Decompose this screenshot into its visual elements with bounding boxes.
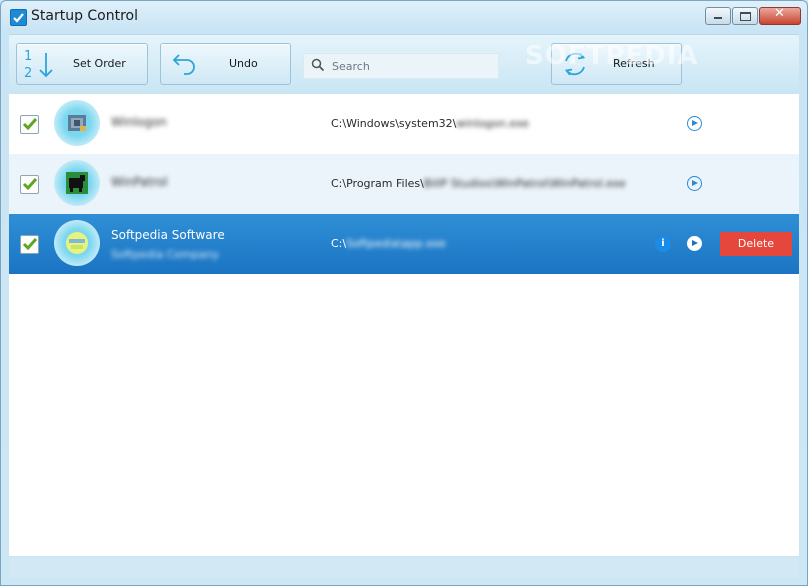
enable-checkbox[interactable] — [20, 235, 39, 254]
item-name: Softpedia Software — [111, 228, 225, 242]
title-bar[interactable]: Startup Control ✕ — [1, 1, 807, 33]
minimize-button[interactable] — [705, 7, 731, 25]
checkmark-icon — [22, 178, 38, 191]
svg-text:2: 2 — [24, 66, 32, 81]
toolbar: 1 2 Set Order Undo Refres — [9, 34, 799, 91]
gear-app-icon — [68, 115, 86, 131]
minimize-icon — [714, 17, 722, 19]
search-box[interactable] — [303, 53, 499, 79]
refresh-label: Refresh — [613, 57, 655, 70]
app-avatar — [54, 160, 100, 206]
window-title: Startup Control — [31, 8, 139, 24]
app-avatar — [54, 100, 100, 146]
set-order-icon: 1 2 — [24, 49, 53, 81]
path-visible: C:\Windows\system32\ — [331, 117, 457, 130]
dog-app-icon — [66, 172, 88, 194]
enable-checkbox[interactable] — [20, 115, 39, 134]
info-icon[interactable]: i — [655, 236, 671, 252]
main-window: Startup Control ✕ 1 2 Set Order Undo Sea… — [0, 0, 808, 586]
list-item[interactable]: WinPatrol C:\Program Files\BillP Studios… — [9, 154, 799, 214]
startup-list: Winlogon C:\Windows\system32\winlogon.ex… — [9, 94, 799, 556]
checkmark-icon — [22, 238, 38, 251]
path-blurred: Softpedia\app.exe — [346, 237, 446, 250]
list-item[interactable]: Winlogon C:\Windows\system32\winlogon.ex… — [9, 94, 799, 154]
run-icon[interactable] — [687, 176, 702, 191]
status-bar — [9, 558, 799, 578]
search-icon — [311, 58, 325, 72]
run-icon[interactable] — [687, 236, 702, 251]
set-order-label: Set Order — [73, 57, 126, 70]
run-icon[interactable] — [687, 116, 702, 131]
close-button[interactable]: ✕ — [759, 6, 801, 25]
undo-label: Undo — [229, 57, 258, 70]
enable-checkbox[interactable] — [20, 175, 39, 194]
app-checkmark-icon — [10, 9, 27, 26]
path-visible: C:\ — [331, 237, 347, 250]
item-publisher: Softpedia Company — [111, 248, 220, 261]
item-path: C:\Program Files\BillP Studios\WinPatrol… — [331, 177, 626, 190]
item-path: C:\Softpedia\app.exe — [331, 237, 446, 250]
list-item-selected[interactable]: Softpedia Software Softpedia Company C:\… — [9, 214, 799, 274]
item-name: WinPatrol — [111, 175, 168, 189]
refresh-icon — [564, 52, 586, 76]
undo-button[interactable]: Undo — [160, 43, 291, 85]
undo-icon — [172, 54, 195, 75]
maximize-button[interactable] — [732, 7, 758, 25]
path-blurred: BillP Studios\WinPatrol\WinPatrol.exe — [423, 177, 626, 190]
refresh-button[interactable]: Refresh — [551, 43, 682, 85]
path-blurred: winlogon.exe — [456, 117, 529, 130]
softpedia-app-icon — [66, 232, 88, 254]
maximize-icon — [740, 12, 751, 21]
search-input[interactable] — [330, 57, 494, 75]
delete-button[interactable]: Delete — [720, 232, 792, 256]
item-name: Winlogon — [111, 115, 167, 129]
checkmark-icon — [22, 118, 38, 131]
item-path: C:\Windows\system32\winlogon.exe — [331, 117, 529, 130]
path-visible: C:\Program Files\ — [331, 177, 424, 190]
close-icon: ✕ — [774, 6, 785, 21]
app-avatar — [54, 220, 100, 266]
set-order-button[interactable]: 1 2 Set Order — [16, 43, 148, 85]
svg-text:1: 1 — [24, 49, 32, 64]
